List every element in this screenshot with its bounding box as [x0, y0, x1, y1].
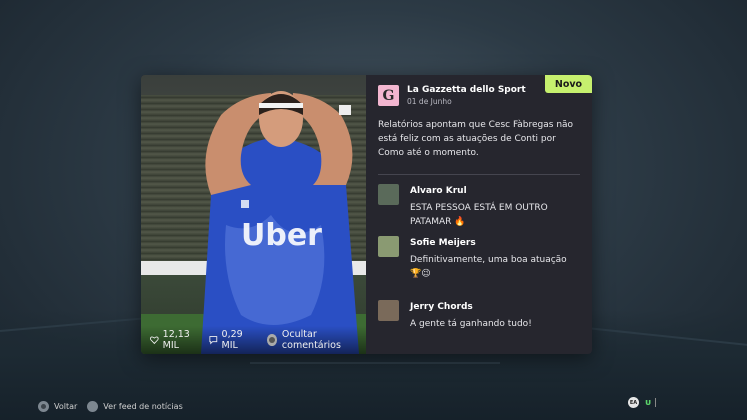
- avatar: [378, 236, 399, 257]
- svg-text:Uber: Uber: [241, 218, 322, 253]
- new-badge: Novo: [545, 75, 592, 93]
- dpad-icon: [87, 401, 99, 412]
- hide-comments-button[interactable]: Ocultar comentários: [266, 329, 367, 351]
- comment-item: Jerry Chords A gente tá ganhando tudo!: [378, 300, 580, 331]
- comment-text: ESTA PESSOA ESTÁ EM OUTRO PATAMAR 🔥: [410, 203, 548, 227]
- avatar: [378, 184, 399, 205]
- photo-stats-bar: 12,13 MIL 0,29 MIL Ocultar comentários: [141, 326, 366, 354]
- likes-count: 12,13 MIL: [162, 329, 190, 351]
- ea-logo-icon: EA: [628, 397, 639, 408]
- news-content: Novo G La Gazzetta dello Sport 01 de Jun…: [366, 75, 592, 354]
- circle-button-icon: [38, 401, 49, 412]
- ultimate-logo-icon: ᴜ: [645, 397, 651, 408]
- news-feed-button[interactable]: Ver feed de notícias: [87, 401, 183, 412]
- news-feed-label: Ver feed de notícias: [103, 402, 183, 411]
- hide-comments-label: Ocultar comentários: [281, 329, 341, 351]
- avatar: [378, 300, 399, 321]
- comment-text: Definitivamente, uma boa atuação 🏆😉: [410, 255, 567, 279]
- divider: [378, 174, 580, 175]
- floor-line: [250, 362, 500, 364]
- source-date: 01 de Junho: [407, 97, 452, 106]
- player-image: Uber: [201, 91, 359, 354]
- heart-icon: [150, 336, 159, 345]
- footer-controls: Voltar Ver feed de notícias: [38, 401, 193, 412]
- gazzetta-logo-icon: G: [378, 85, 399, 106]
- brand-logos: EA ᴜ: [628, 397, 656, 408]
- comments-stat[interactable]: 0,29 MIL: [209, 329, 257, 351]
- comment-author: Alvaro Krul: [410, 186, 467, 196]
- likes-stat[interactable]: 12,13 MIL: [150, 329, 203, 351]
- comment-author: Sofie Meijers: [410, 238, 476, 248]
- back-button[interactable]: Voltar: [38, 401, 77, 412]
- comments-count: 0,29 MIL: [221, 329, 243, 351]
- news-card[interactable]: Uber 12,13 MIL 0,29 MIL Ocultar comentár…: [141, 75, 592, 354]
- comment-item: Alvaro Krul ESTA PESSOA ESTÁ EM OUTRO PA…: [378, 184, 580, 229]
- news-body: Relatórios apontam que Cesc Fàbregas não…: [378, 120, 574, 158]
- news-photo: Uber 12,13 MIL 0,29 MIL Ocultar comentár…: [141, 75, 366, 354]
- comment-icon: [209, 336, 218, 345]
- comment-item: Sofie Meijers Definitivamente, uma boa a…: [378, 236, 580, 281]
- comment-author: Jerry Chords: [410, 302, 473, 312]
- divider: [654, 398, 656, 407]
- source-name: La Gazzetta dello Sport: [407, 85, 526, 95]
- controller-button-icon: [266, 334, 277, 346]
- comment-text: A gente tá ganhando tudo!: [410, 319, 532, 329]
- back-label: Voltar: [54, 402, 78, 411]
